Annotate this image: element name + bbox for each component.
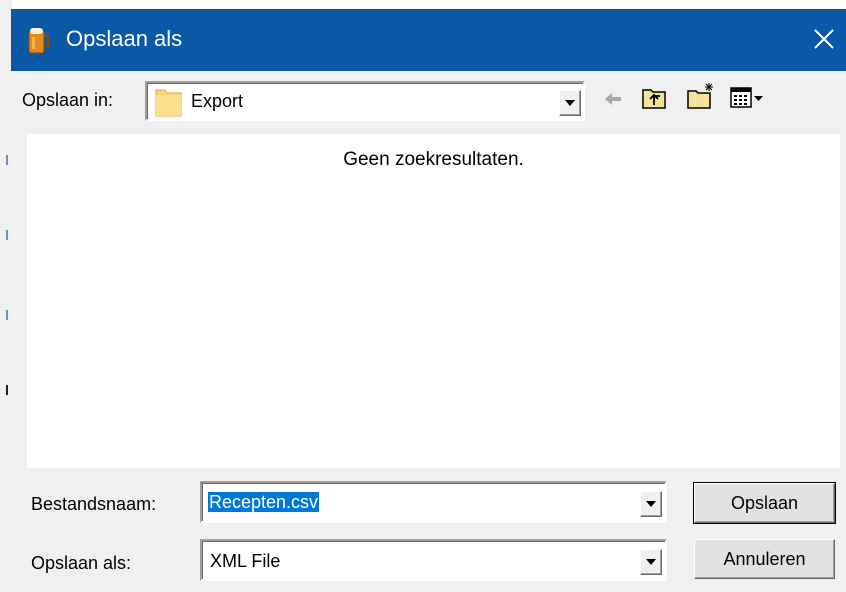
filename-input[interactable]: Recepten.csv: [208, 489, 320, 515]
chevron-down-icon: [646, 559, 656, 565]
filename-label: Bestandsnaam:: [31, 494, 157, 514]
folder-icon: [155, 87, 183, 122]
filename-value: Recepten.csv: [208, 492, 320, 512]
look-in-dropdown-button[interactable]: [559, 90, 581, 116]
look-in-combobox[interactable]: Export: [145, 81, 585, 121]
file-list[interactable]: Geen zoekresultaten.: [27, 134, 840, 468]
back-arrow-icon[interactable]: [601, 87, 625, 116]
cancel-button[interactable]: Annuleren: [694, 539, 835, 579]
up-folder-icon[interactable]: [641, 85, 667, 116]
save-button[interactable]: Opslaan: [693, 482, 836, 524]
no-results-message: Geen zoekresultaten.: [343, 149, 524, 170]
look-in-label: Opslaan in:: [22, 90, 114, 110]
edge-mark: [6, 155, 8, 165]
close-icon[interactable]: [806, 21, 842, 57]
cancel-button-label: Annuleren: [723, 549, 806, 569]
save-as-dialog: Opslaan als Opslaan in: Export Geen zoek…: [11, 9, 846, 592]
save-as-type-dropdown-button[interactable]: [640, 549, 662, 575]
new-folder-icon[interactable]: [686, 81, 716, 116]
save-button-label: Opslaan: [730, 493, 799, 513]
app-beer-icon: [25, 25, 51, 55]
chevron-down-icon: [646, 501, 656, 507]
edge-mark: [6, 230, 8, 240]
look-in-value: Export: [191, 91, 244, 111]
save-as-type-label: Opslaan als:: [31, 553, 132, 573]
window-title: Opslaan als: [66, 26, 183, 51]
edge-mark: [6, 310, 8, 320]
filename-combobox[interactable]: Recepten.csv: [200, 481, 667, 523]
view-menu-icon[interactable]: [729, 85, 765, 116]
filename-dropdown-button[interactable]: [640, 491, 662, 517]
title-bar[interactable]: Opslaan als: [11, 9, 846, 71]
chevron-down-icon: [565, 100, 575, 106]
save-as-type-value: XML File: [210, 551, 281, 571]
save-as-type-combobox[interactable]: XML File: [200, 539, 667, 581]
edge-mark: [6, 385, 8, 395]
